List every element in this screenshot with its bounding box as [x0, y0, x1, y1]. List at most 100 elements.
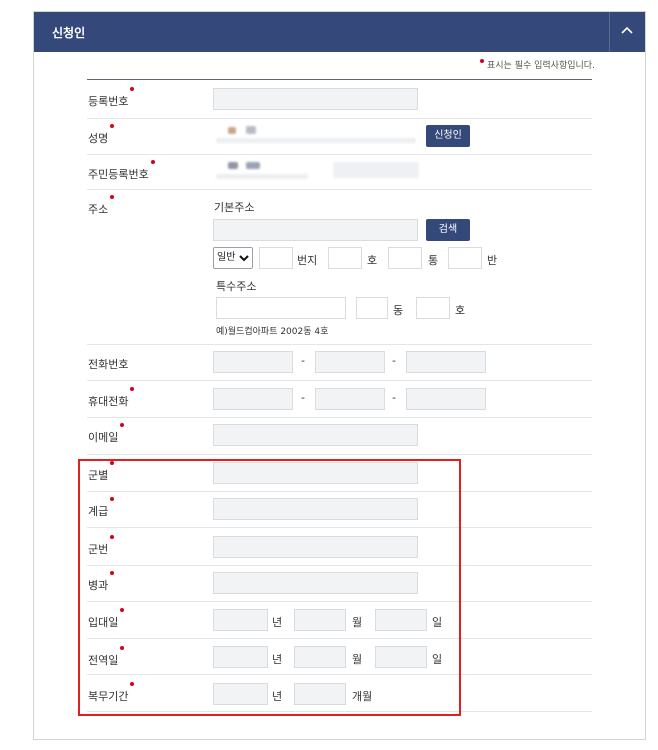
- ban-unit: 반: [487, 254, 498, 267]
- service-no-input[interactable]: [213, 536, 418, 558]
- label-service-period: 복무기간: [88, 682, 135, 704]
- redacted-resident-2: [246, 162, 260, 169]
- dong-unit: 동: [393, 304, 404, 317]
- service-branch-input[interactable]: [213, 462, 418, 484]
- row-divider: [87, 601, 592, 602]
- label-service-no: 군번: [88, 535, 115, 557]
- address-search-button[interactable]: 검색: [426, 219, 470, 241]
- reg-no-input[interactable]: [213, 88, 418, 110]
- redacted-resident-4: [333, 162, 419, 178]
- label-service-branch-text: 군별: [88, 469, 109, 482]
- redacted-name-2: [246, 126, 256, 134]
- service-period-month-input[interactable]: [294, 683, 346, 705]
- required-dot-icon: [480, 59, 484, 63]
- dong-input[interactable]: [356, 297, 388, 319]
- tong-unit: 통: [428, 254, 439, 267]
- label-phone: 전화번호: [88, 356, 128, 372]
- row-divider: [87, 674, 592, 675]
- tong-input[interactable]: [388, 247, 422, 269]
- row-divider: [87, 454, 592, 455]
- discharge-day-input[interactable]: [375, 646, 427, 668]
- enlist-month-input[interactable]: [294, 609, 346, 631]
- label-rank: 계급: [88, 497, 115, 519]
- enlist-month-unit: 월: [352, 616, 363, 629]
- label-reg-no: 등록번호: [88, 87, 135, 109]
- rank-input[interactable]: [213, 498, 418, 520]
- special-ho-input[interactable]: [416, 297, 450, 319]
- phone-input-1[interactable]: [213, 351, 293, 373]
- special-address-input[interactable]: [216, 297, 346, 319]
- mobile-input-3[interactable]: [406, 388, 486, 410]
- discharge-year-input[interactable]: [213, 646, 268, 668]
- discharge-year-unit: 년: [272, 653, 283, 666]
- phone-dash-1: -: [301, 354, 305, 367]
- label-enlist-date: 입대일: [88, 608, 125, 630]
- mobile-dash-2: -: [392, 391, 396, 404]
- label-discharge-date-text: 전역일: [88, 654, 119, 667]
- basic-address-input[interactable]: [213, 219, 418, 241]
- row-divider: [87, 380, 592, 381]
- label-email: 이메일: [88, 423, 125, 445]
- label-service-period-text: 복무기간: [88, 690, 129, 703]
- row-divider: [87, 638, 592, 639]
- redacted-resident-1: [228, 162, 238, 169]
- row-divider: [87, 711, 592, 712]
- basic-address-label: 기본주소: [214, 201, 255, 214]
- label-mobile: 휴대전화: [88, 387, 135, 409]
- label-address: 주소: [88, 195, 115, 217]
- label-reg-no-text: 등록번호: [88, 95, 129, 108]
- form-top-border: [87, 79, 592, 80]
- label-email-text: 이메일: [88, 431, 119, 444]
- specialty-input[interactable]: [213, 572, 418, 594]
- row-divider: [87, 118, 592, 119]
- mobile-dash-1: -: [301, 391, 305, 404]
- row-divider: [87, 565, 592, 566]
- ho-unit: 호: [367, 254, 378, 267]
- label-resident-no-text: 주민등록번호: [88, 168, 149, 181]
- bunji-input[interactable]: [259, 247, 293, 269]
- panel-header: 신청인: [34, 12, 645, 52]
- collapse-button[interactable]: [610, 12, 645, 52]
- label-address-text: 주소: [88, 203, 109, 216]
- phone-input-2[interactable]: [315, 351, 385, 373]
- mobile-input-2[interactable]: [315, 388, 385, 410]
- phone-input-3[interactable]: [406, 351, 486, 373]
- label-specialty-text: 병과: [88, 579, 109, 592]
- label-service-branch: 군별: [88, 461, 115, 483]
- label-discharge-date: 전역일: [88, 646, 125, 668]
- enlist-day-input[interactable]: [375, 609, 427, 631]
- mobile-input-1[interactable]: [213, 388, 293, 410]
- redacted-name-3: [216, 138, 416, 143]
- special-ho-unit: 호: [455, 304, 466, 317]
- redacted-name-1: [228, 127, 236, 134]
- chevron-up-icon: [621, 26, 633, 34]
- service-period-year-input[interactable]: [213, 683, 268, 705]
- address-example: 예)월드컵아파트 2002동 4호: [216, 327, 329, 337]
- special-address-label: 특수주소: [216, 280, 257, 293]
- row-divider: [87, 344, 592, 345]
- label-mobile-text: 휴대전화: [88, 395, 129, 408]
- row-divider: [87, 527, 592, 528]
- address-type-select[interactable]: 일반: [213, 247, 253, 269]
- applicant-button[interactable]: 신청인: [426, 125, 470, 147]
- label-specialty: 병과: [88, 571, 115, 593]
- required-note-text: 표시는 필수 입력사항입니다.: [487, 61, 595, 71]
- panel-title: 신청인: [52, 26, 86, 40]
- service-period-year-unit: 년: [272, 690, 283, 703]
- label-enlist-date-text: 입대일: [88, 616, 119, 629]
- label-name: 성명: [88, 124, 115, 146]
- ho-input[interactable]: [328, 247, 362, 269]
- email-input[interactable]: [213, 424, 418, 446]
- row-divider: [87, 491, 592, 492]
- chevron-down-icon: [239, 255, 249, 262]
- label-service-no-text: 군번: [88, 543, 109, 556]
- label-resident-no: 주민등록번호: [88, 160, 155, 182]
- row-divider: [87, 417, 592, 418]
- service-period-month-unit: 개월: [352, 690, 373, 703]
- discharge-month-input[interactable]: [294, 646, 346, 668]
- enlist-year-input[interactable]: [213, 609, 268, 631]
- row-divider: [87, 189, 592, 190]
- redacted-resident-3: [216, 174, 308, 179]
- discharge-day-unit: 일: [432, 653, 443, 666]
- ban-input[interactable]: [448, 247, 482, 269]
